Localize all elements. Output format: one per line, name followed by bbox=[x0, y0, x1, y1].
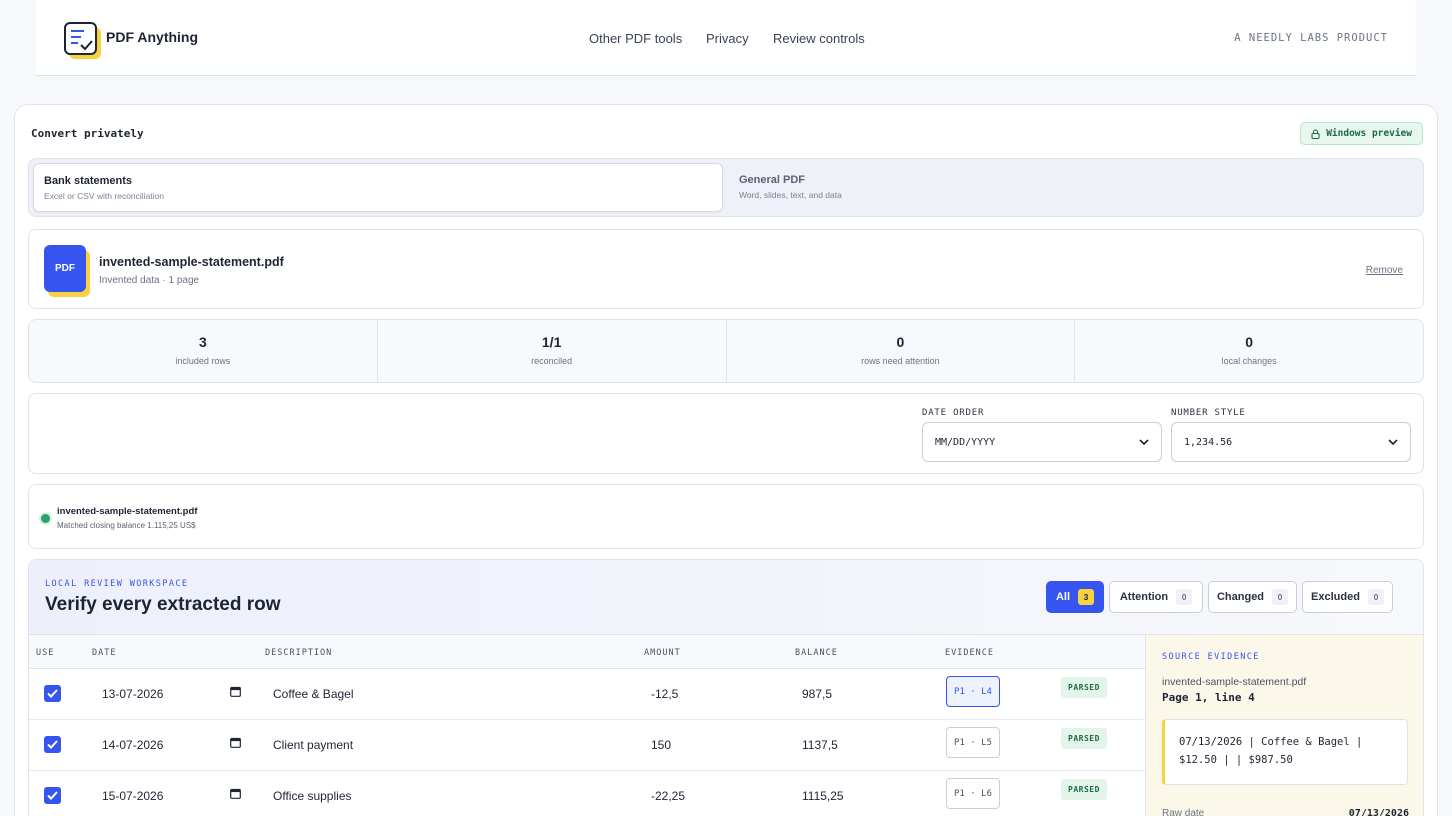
parse-options: DATE ORDER MM/DD/YYYY NUMBER STYLE 1,234… bbox=[28, 393, 1424, 474]
amount-input[interactable]: -12,5 bbox=[651, 687, 678, 701]
status-dot-icon bbox=[41, 514, 50, 523]
table-row[interactable]: 15-07-2026 Office supplies -22,25 1115,2… bbox=[29, 771, 1145, 816]
nav-privacy[interactable]: Privacy bbox=[706, 31, 749, 46]
filter-attention[interactable]: Attention 0 bbox=[1109, 581, 1203, 613]
remove-file-link[interactable]: Remove bbox=[1366, 265, 1403, 276]
date-order-label: DATE ORDER bbox=[922, 408, 985, 418]
evidence-button[interactable]: P1 · L6 bbox=[946, 778, 1000, 809]
use-checkbox[interactable] bbox=[44, 685, 61, 702]
amount-input[interactable]: -22,25 bbox=[651, 789, 685, 803]
chevron-down-icon bbox=[1139, 439, 1149, 445]
amount-input[interactable]: 150 bbox=[651, 738, 671, 752]
balance-input[interactable]: 987,5 bbox=[802, 687, 832, 701]
column-evidence: EVIDENCE bbox=[945, 648, 994, 658]
stat-included-rows: 3 included rows bbox=[29, 320, 378, 382]
badge-label: Windows preview bbox=[1326, 128, 1412, 139]
column-amount: AMOUNT bbox=[644, 648, 681, 658]
file-meta: Invented data · 1 page bbox=[99, 275, 200, 286]
recon-message: Matched closing balance 1.115,25 US$ bbox=[57, 521, 196, 530]
date-order-select[interactable]: MM/DD/YYYY bbox=[922, 422, 1162, 462]
check-icon bbox=[47, 689, 58, 698]
calendar-icon[interactable] bbox=[230, 686, 241, 697]
check-icon bbox=[47, 791, 58, 800]
date-input[interactable]: 15-07-2026 bbox=[102, 789, 163, 803]
nav-other-pdf-tools[interactable]: Other PDF tools bbox=[589, 31, 682, 46]
table-row[interactable]: 13-07-2026 Coffee & Bagel -12,5 987,5 P1… bbox=[29, 669, 1145, 720]
evidence-button[interactable]: P1 · L5 bbox=[946, 727, 1000, 758]
raw-date-label: Raw date bbox=[1162, 808, 1205, 816]
mode-general-pdf[interactable]: General PDF Word, slides, text, and data bbox=[729, 163, 1419, 212]
stat-rows-need-attention: 0 rows need attention bbox=[727, 320, 1076, 382]
status-badge: PARSED bbox=[1061, 677, 1107, 698]
description-input[interactable]: Coffee & Bagel bbox=[273, 687, 354, 701]
filter-excluded[interactable]: Excluded 0 bbox=[1302, 581, 1393, 613]
filter-changed[interactable]: Changed 0 bbox=[1208, 581, 1297, 613]
table-row[interactable]: 14-07-2026 Client payment 150 1137,5 P1 … bbox=[29, 720, 1145, 771]
summary-stats: 3 included rows 1/1 reconciled 0 rows ne… bbox=[28, 319, 1424, 383]
balance-input[interactable]: 1137,5 bbox=[802, 738, 838, 752]
stat-reconciled: 1/1 reconciled bbox=[378, 320, 727, 382]
workspace-kicker: LOCAL REVIEW WORKSPACE bbox=[45, 579, 189, 589]
reconciliation-status: invented-sample-statement.pdf Matched cl… bbox=[28, 484, 1424, 549]
file-name: invented-sample-statement.pdf bbox=[99, 255, 284, 269]
number-style-select[interactable]: 1,234.56 bbox=[1171, 422, 1411, 462]
evidence-kicker: SOURCE EVIDENCE bbox=[1162, 652, 1260, 662]
review-workspace: LOCAL REVIEW WORKSPACE Verify every extr… bbox=[28, 559, 1424, 816]
mode-bank-statements[interactable]: Bank statements Excel or CSV with reconc… bbox=[33, 163, 723, 212]
raw-date-value: 07/13/2026 bbox=[1348, 808, 1409, 816]
use-checkbox[interactable] bbox=[44, 787, 61, 804]
nav-review-controls[interactable]: Review controls bbox=[773, 31, 865, 46]
top-header: PDF Anything Other PDF tools Privacy Rev… bbox=[36, 0, 1416, 76]
recon-file-name: invented-sample-statement.pdf bbox=[57, 506, 198, 517]
column-date: DATE bbox=[92, 648, 117, 658]
description-input[interactable]: Client payment bbox=[273, 738, 353, 752]
logo-icon bbox=[64, 22, 101, 59]
tagline: A NEEDLY LABS PRODUCT bbox=[1234, 32, 1388, 44]
evidence-file: invented-sample-statement.pdf bbox=[1162, 676, 1307, 688]
card-title: Convert privately bbox=[31, 127, 144, 140]
mode-subtitle: Excel or CSV with reconciliation bbox=[44, 191, 164, 201]
evidence-raw-line: 07/13/2026 | Coffee & Bagel | $12.50 | |… bbox=[1162, 719, 1408, 785]
calendar-icon[interactable] bbox=[230, 788, 241, 799]
calendar-icon[interactable] bbox=[230, 737, 241, 748]
stat-local-changes: 0 local changes bbox=[1221, 334, 1277, 366]
date-input[interactable]: 14-07-2026 bbox=[102, 738, 163, 752]
mode-switcher: Bank statements Excel or CSV with reconc… bbox=[28, 158, 1424, 217]
description-input[interactable]: Office supplies bbox=[273, 789, 352, 803]
lock-icon bbox=[1311, 128, 1320, 139]
check-icon bbox=[47, 740, 58, 749]
balance-input[interactable]: 1115,25 bbox=[802, 789, 844, 803]
column-use: USE bbox=[36, 648, 55, 658]
status-badge: PARSED bbox=[1061, 728, 1107, 749]
selected-file: PDF invented-sample-statement.pdf Invent… bbox=[28, 229, 1424, 309]
evidence-location: Page 1, line 4 bbox=[1162, 691, 1255, 704]
source-evidence-panel: SOURCE EVIDENCE invented-sample-statemen… bbox=[1145, 635, 1423, 816]
status-badge: PARSED bbox=[1061, 779, 1107, 800]
pdf-file-icon: PDF bbox=[44, 245, 90, 297]
workspace-title: Verify every extracted row bbox=[45, 594, 281, 615]
workspace-header: LOCAL REVIEW WORKSPACE Verify every extr… bbox=[29, 560, 1423, 635]
number-style-label: NUMBER STYLE bbox=[1171, 408, 1246, 418]
filter-all[interactable]: All 3 bbox=[1046, 581, 1104, 613]
mode-title: Bank statements bbox=[44, 175, 133, 187]
evidence-button[interactable]: P1 · L4 bbox=[946, 676, 1000, 707]
column-balance: BALANCE bbox=[795, 648, 838, 658]
windows-preview-badge: Windows preview bbox=[1300, 122, 1423, 145]
converter-card: Convert privately Windows preview Bank s… bbox=[14, 104, 1438, 816]
brand-name: PDF Anything bbox=[106, 29, 199, 45]
table-header: USE DATE DESCRIPTION AMOUNT BALANCE EVID… bbox=[29, 635, 1145, 669]
use-checkbox[interactable] bbox=[44, 736, 61, 753]
mode-title: General PDF bbox=[739, 174, 806, 186]
column-description: DESCRIPTION bbox=[265, 648, 333, 658]
chevron-down-icon bbox=[1388, 439, 1398, 445]
mode-subtitle: Word, slides, text, and data bbox=[739, 190, 842, 200]
date-input[interactable]: 13-07-2026 bbox=[102, 687, 163, 701]
